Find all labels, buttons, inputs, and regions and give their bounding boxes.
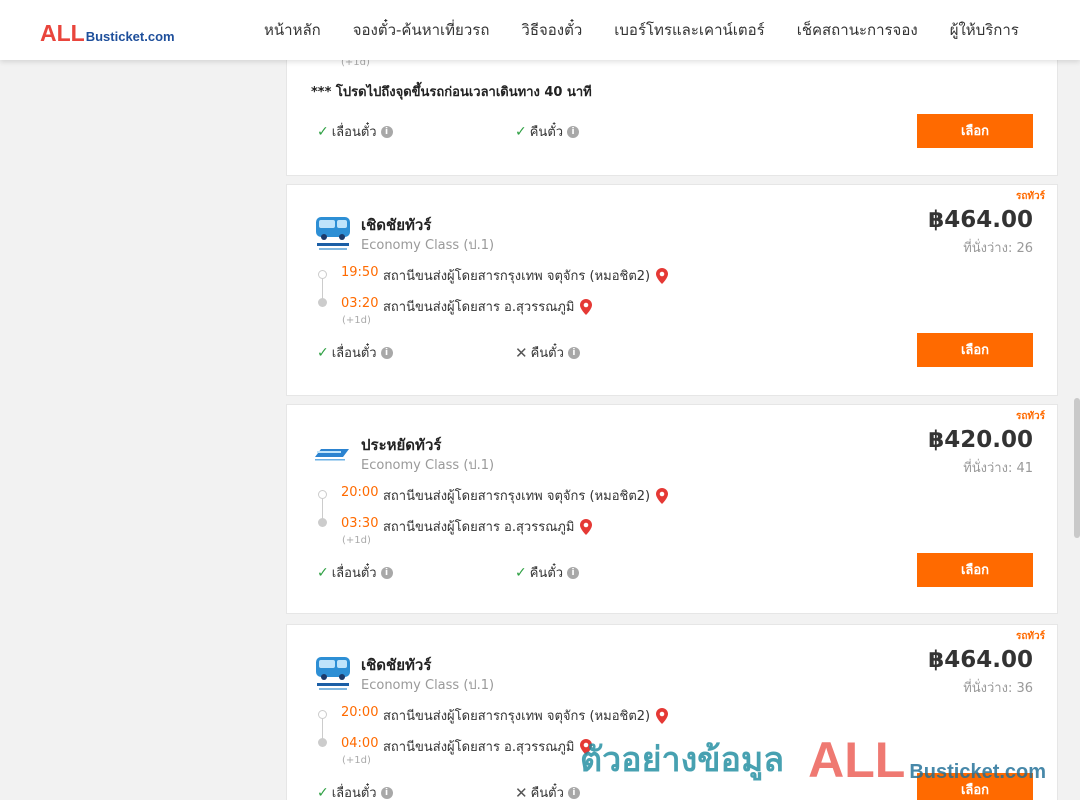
info-icon[interactable]: i [380,346,393,359]
departure-time: 19:50 [341,265,379,280]
map-pin-icon[interactable] [580,518,593,535]
check-icon: ✓ [515,123,527,140]
scrollbar-thumb[interactable] [1074,398,1080,538]
departure-station: สถานีขนส่งผู้โดยสารกรุงเทพ จตุจักร (หมอช… [383,485,669,506]
departure-station: สถานีขนส่งผู้โดยสารกรุงเทพ จตุจักร (หมอช… [383,265,669,286]
departure-station-label: สถานีขนส่งผู้โดยสารกรุงเทพ จตุจักร (หมอช… [383,489,651,504]
refund-ticket-label: คืนตั๋ว [530,786,564,800]
refund-ticket-label: คืนตั๋ว [529,566,564,581]
select-trip-button[interactable]: เลือก [917,773,1033,800]
seats-available: ที่นั่งว่าง: 26 [963,241,1033,256]
change-ticket-label: เลื่อนตั๋ว [331,786,377,800]
logo-all-text: ALL [40,20,85,46]
info-icon[interactable]: i [567,346,580,359]
change-ticket-label: เลื่อนตั๋ว [331,566,377,581]
refund-ticket-label: คืนตั๋ว [530,346,564,361]
nav-phone-counter[interactable]: เบอร์โทรและเคาน์เตอร์ [598,18,780,42]
vehicle-type-tag: รถทัวร์ [1015,411,1045,422]
check-icon: ✓ [515,564,527,581]
seats-available: ที่นั่งว่าง: 36 [963,681,1033,696]
info-icon[interactable]: i [567,125,580,138]
change-ticket-option: ✓ เลื่อนตั๋ว i [317,342,393,363]
refund-ticket-option: ✕ คืนตั๋ว i [515,782,580,800]
vehicle-type-tag: รถทัวร์ [1015,631,1045,642]
departure-station-label: สถานีขนส่งผู้โดยสารกรุงเทพ จตุจักร (หมอช… [383,269,651,284]
route-timeline [318,270,328,307]
trip-card: รถทัวร์ ประหยัดทัวร์ Economy Class (ป.1)… [286,404,1058,614]
boarding-notice: *** โปรดไปถึงจุดขึ้นรถก่อนเวลาเดินทาง 40… [311,85,592,100]
operator-logo-icon [315,449,349,461]
map-pin-icon[interactable] [656,707,669,724]
arrival-station: สถานีขนส่งผู้โดยสาร อ.สุวรรณภูมิ [383,516,593,537]
info-icon[interactable]: i [567,566,580,579]
departure-time: 20:00 [341,485,379,500]
main-nav: หน้าหลัก จองตั๋ว-ค้นหาเที่ยวรถ วิธีจองตั… [248,0,1035,60]
x-icon: ✕ [515,343,528,362]
bus-class: Economy Class (ป.1) [361,678,495,693]
check-icon: ✓ [317,123,329,140]
arrival-station-label: สถานีขนส่งผู้โดยสาร อ.สุวรรณภูมิ [383,520,575,535]
bus-class: Economy Class (ป.1) [361,238,495,253]
nav-booking-status[interactable]: เช็คสถานะการจอง [781,18,934,42]
site-logo[interactable]: ALL Busticket.com [40,19,175,45]
arrival-station: สถานีขนส่งผู้โดยสาร อ.สุวรรณภูมิ [383,736,593,757]
arrival-time: 04:00 [341,736,379,751]
arrival-station-label: สถานีขนส่งผู้โดยสาร อ.สุวรรณภูมิ [383,300,575,315]
refund-ticket-option: ✓ คืนตั๋ว i [515,121,580,142]
map-pin-icon[interactable] [580,298,593,315]
refund-ticket-option: ✕ คืนตั๋ว i [515,342,580,363]
departure-station: สถานีขนส่งผู้โดยสารกรุงเทพ จตุจักร (หมอช… [383,705,669,726]
map-pin-icon[interactable] [580,738,593,755]
bus-class: Economy Class (ป.1) [361,458,495,473]
change-ticket-option: ✓ เลื่อนตั๋ว i [317,782,393,800]
arrival-station: สถานีขนส่งผู้โดยสาร อ.สุวรรณภูมิ [383,296,593,317]
change-ticket-label: เลื่อนตั๋ว [331,346,377,361]
map-pin-icon[interactable] [656,487,669,504]
x-icon: ✕ [515,783,528,800]
trip-price: ฿464.00 [928,207,1033,233]
change-ticket-option: ✓ เลื่อนตั๋ว i [317,562,393,583]
check-icon: ✓ [317,784,329,800]
info-icon[interactable]: i [567,786,580,799]
arrival-time: 03:30 [341,516,379,531]
route-timeline [318,490,328,527]
change-ticket-option: ✓ เลื่อนตั๋ว i [317,121,393,142]
info-icon[interactable]: i [380,566,393,579]
info-icon[interactable]: i [380,786,393,799]
next-day-label: (+1d) [342,315,371,326]
trip-price: ฿420.00 [928,427,1033,453]
refund-ticket-label: คืนตั๋ว [529,125,564,140]
vehicle-type-tag: รถทัวร์ [1015,191,1045,202]
select-trip-button[interactable]: เลือก [917,114,1033,148]
departure-station-label: สถานีขนส่งผู้โดยสารกรุงเทพ จตุจักร (หมอช… [383,709,651,724]
nav-book-search[interactable]: จองตั๋ว-ค้นหาเที่ยวรถ [337,18,506,42]
route-timeline [318,710,328,747]
operator-logo-icon [316,217,350,250]
select-trip-button[interactable]: เลือก [917,553,1033,587]
change-ticket-label: เลื่อนตั๋ว [331,125,377,140]
trip-card: (+1d) *** โปรดไปถึงจุดขึ้นรถก่อนเวลาเดิน… [286,40,1058,176]
select-trip-button[interactable]: เลือก [917,333,1033,367]
arrival-station-label: สถานีขนส่งผู้โดยสาร อ.สุวรรณภูมิ [383,740,575,755]
next-day-label: (+1d) [342,755,371,766]
departure-time: 20:00 [341,705,379,720]
operator-logo-icon [316,657,350,690]
refund-ticket-option: ✓ คืนตั๋ว i [515,562,580,583]
nav-operators[interactable]: ผู้ให้บริการ [934,18,1035,42]
nav-home[interactable]: หน้าหลัก [248,18,337,42]
check-icon: ✓ [317,564,329,581]
next-day-label: (+1d) [342,535,371,546]
arrival-time: 03:20 [341,296,379,311]
seats-available: ที่นั่งว่าง: 41 [963,461,1033,476]
trip-card: รถทัวร์ เชิดชัยทัวร์ Economy Class (ป.1)… [286,624,1058,800]
info-icon[interactable]: i [380,125,393,138]
check-icon: ✓ [317,344,329,361]
site-header: ALL Busticket.com หน้าหลัก จองตั๋ว-ค้นหา… [0,0,1080,60]
nav-how-to-book[interactable]: วิธีจองตั๋ว [505,18,598,42]
trip-price: ฿464.00 [928,647,1033,673]
logo-busticket-text: Busticket.com [85,29,175,44]
map-pin-icon[interactable] [656,267,669,284]
trip-card: รถทัวร์ เชิดชัยทัวร์ Economy Class (ป.1)… [286,184,1058,396]
